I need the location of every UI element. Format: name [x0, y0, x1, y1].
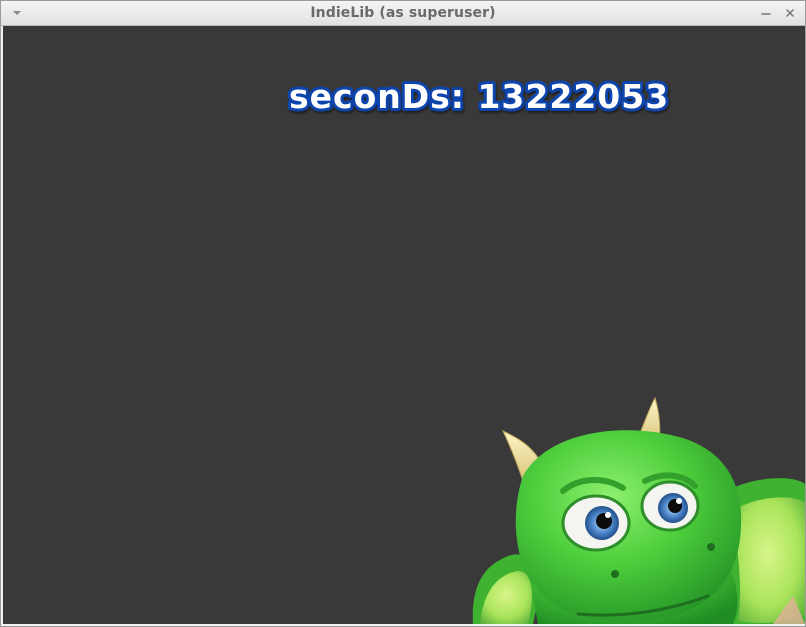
title-bar[interactable]: IndieLib (as superuser) [1, 1, 805, 26]
close-icon[interactable] [782, 5, 798, 21]
seconds-counter-graphic: seconDs: 13222053 [286, 74, 671, 119]
window-title: IndieLib (as superuser) [310, 5, 496, 21]
game-canvas[interactable]: seconDs: 13222053 [3, 26, 805, 624]
minimize-icon[interactable] [758, 5, 774, 21]
app-window: IndieLib (as superuser) seconDs: 1322205… [0, 0, 806, 627]
seconds-counter-text: seconDs: 13222053 [289, 77, 669, 116]
